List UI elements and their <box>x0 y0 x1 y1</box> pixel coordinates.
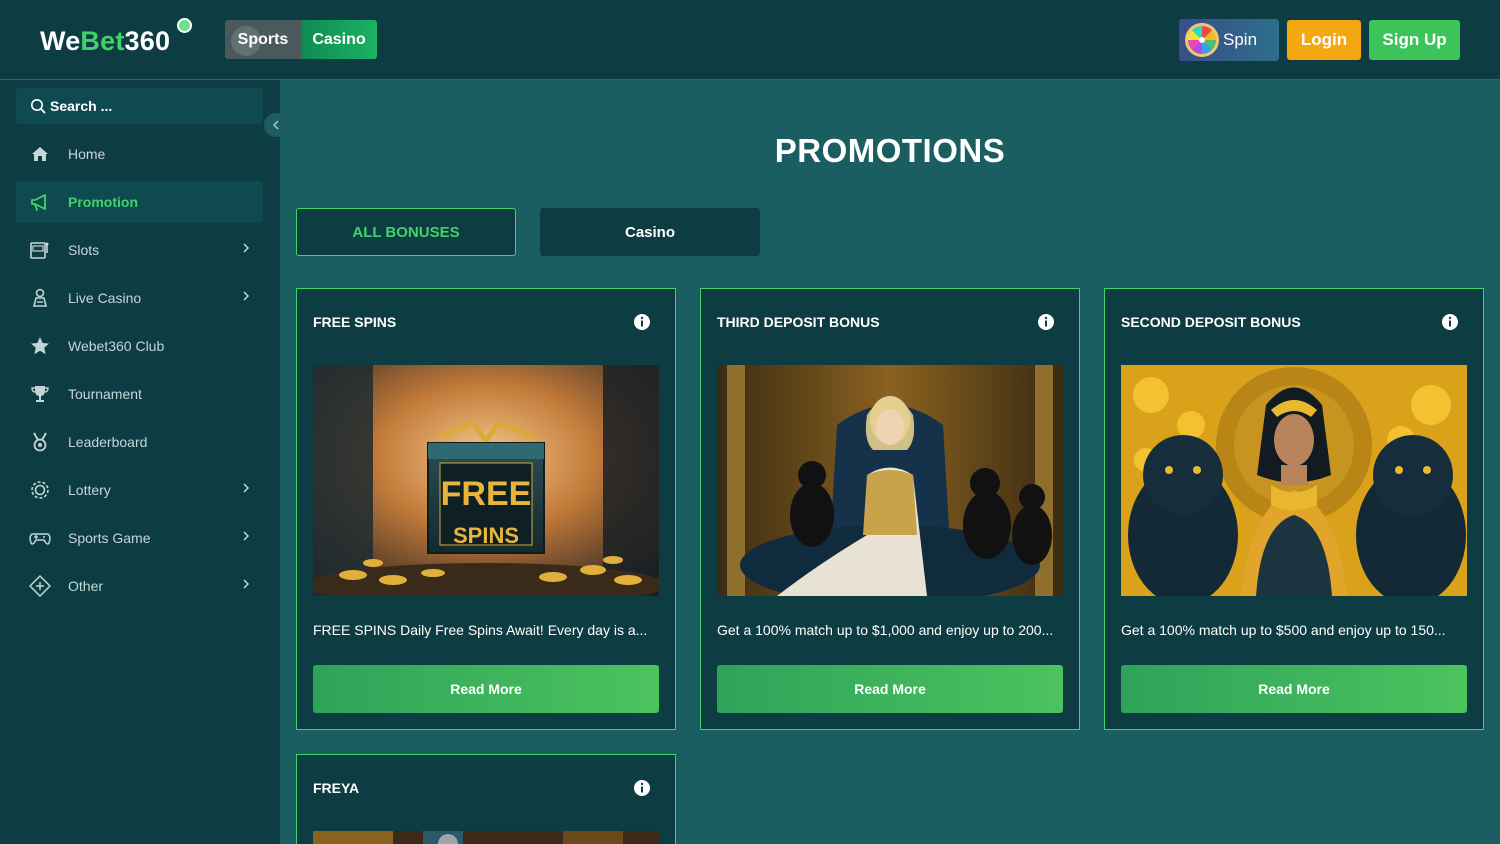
chevron-right-icon <box>241 481 251 498</box>
card-title: FREE SPINS <box>313 314 397 330</box>
read-more-button[interactable]: Read More <box>313 665 659 713</box>
sidebar-item-label: Leaderboard <box>68 434 148 450</box>
logo-text-360: 360 <box>124 26 171 56</box>
megaphone-icon <box>28 190 52 214</box>
promo-card-third-deposit-bonus: THIRD DEPOSIT BONUS Get a 100% match up … <box>700 288 1080 730</box>
sidebar-item-slots[interactable]: Slots <box>16 229 263 271</box>
sidebar-item-label: Other <box>68 578 104 594</box>
sidebar-item-label: Sports Game <box>68 530 151 546</box>
search-icon <box>31 99 46 114</box>
card-title: FREYA <box>313 780 360 796</box>
free-spins-image-text-bottom: SPINS <box>453 523 519 548</box>
spin-wheel-icon <box>1185 23 1219 57</box>
sidebar-item-label: Home <box>68 146 106 162</box>
chevron-right-icon <box>241 529 251 546</box>
sidebar-item-label: Tournament <box>68 386 142 402</box>
card-title: SECOND DEPOSIT BONUS <box>1121 314 1301 330</box>
card-title: THIRD DEPOSIT BONUS <box>717 314 880 330</box>
promo-image-free-spins[interactable]: FREE SPINS <box>313 365 659 596</box>
card-description: Get a 100% match up to $500 and enjoy up… <box>1121 622 1446 638</box>
info-icon[interactable] <box>633 779 651 797</box>
top-header: WeBet360 Sports Casino Spin Login Sign U… <box>0 0 1500 80</box>
sidebar-item-label: Webet360 Club <box>68 338 165 354</box>
promo-card-free-spins: FREE SPINS FREE SPINS FREE SPINS Daily F… <box>296 288 676 730</box>
trophy-icon <box>28 382 52 406</box>
chevron-right-icon <box>241 241 251 258</box>
sidebar-collapse-button[interactable] <box>264 113 288 137</box>
sidebar-item-label: Slots <box>68 242 100 258</box>
medal-icon <box>28 430 52 454</box>
card-description: Get a 100% match up to $1,000 and enjoy … <box>717 622 1054 638</box>
card-description: FREE SPINS Daily Free Spins Await! Every… <box>313 622 648 638</box>
page-title: PROMOTIONS <box>774 132 1006 169</box>
star-icon <box>28 334 52 358</box>
chevron-right-icon <box>241 577 251 594</box>
lottery-icon <box>28 478 52 502</box>
sidebar-item-label: Promotion <box>68 194 138 210</box>
casino-mode-label: Casino <box>312 30 366 48</box>
info-icon[interactable] <box>1037 313 1055 331</box>
sidebar-item-label: Live Casino <box>68 290 142 306</box>
dealer-icon <box>28 286 52 310</box>
home-icon <box>28 142 52 166</box>
search-input[interactable]: Search ... <box>16 88 263 124</box>
promo-image-third-deposit[interactable] <box>717 365 1063 596</box>
spin-label: Spin <box>1223 30 1258 49</box>
gamepad-icon <box>28 526 52 550</box>
tab-casino[interactable]: Casino <box>540 208 760 256</box>
casino-mode-button[interactable]: Casino <box>301 20 377 59</box>
login-button[interactable]: Login <box>1287 20 1361 60</box>
info-icon[interactable] <box>633 313 651 331</box>
logo-ball-icon <box>177 18 193 33</box>
sports-mode-button[interactable]: Sports <box>225 20 301 59</box>
webet360-logo[interactable]: WeBet360 <box>40 18 193 57</box>
promo-card-second-deposit-bonus: SECOND DEPOSIT BONUS Get a 100% match up… <box>1104 288 1484 730</box>
diamond-plus-icon <box>28 574 52 598</box>
promo-card-freya: FREYA <box>296 754 676 844</box>
sidebar-item-promotion[interactable]: Promotion <box>16 181 263 223</box>
free-spins-image-text-top: FREE <box>441 475 532 513</box>
tab-all-bonuses[interactable]: ALL BONUSES <box>296 208 516 256</box>
sports-mode-label: Sports <box>237 30 289 48</box>
logo-text-bet: Bet <box>80 26 125 56</box>
signup-button[interactable]: Sign Up <box>1369 20 1460 60</box>
sidebar-item-sports-game[interactable]: Sports Game <box>16 517 263 559</box>
sidebar-item-leaderboard[interactable]: Leaderboard <box>16 421 263 463</box>
mode-switch: Sports Casino <box>225 20 377 59</box>
logo-text-we: We <box>40 26 81 56</box>
search-placeholder: Search ... <box>50 98 113 114</box>
sidebar-item-tournament[interactable]: Tournament <box>16 373 263 415</box>
info-icon[interactable] <box>1441 313 1459 331</box>
chevron-right-icon <box>241 289 251 306</box>
sidebar-item-webet360-club[interactable]: Webet360 Club <box>16 325 263 367</box>
sidebar-item-home[interactable]: Home <box>16 133 263 175</box>
sidebar: Search ... Home Promotion Slots Live Cas… <box>0 80 280 844</box>
chevron-left-icon <box>272 120 279 130</box>
promo-image-second-deposit[interactable] <box>1121 365 1467 596</box>
sidebar-item-label: Lottery <box>68 482 111 498</box>
spin-button[interactable]: Spin <box>1179 19 1279 61</box>
read-more-button[interactable]: Read More <box>717 665 1063 713</box>
read-more-button[interactable]: Read More <box>1121 665 1467 713</box>
slot-machine-icon <box>28 238 52 262</box>
sidebar-item-live-casino[interactable]: Live Casino <box>16 277 263 319</box>
sidebar-item-other[interactable]: Other <box>16 565 263 607</box>
promo-image-freya[interactable] <box>313 831 659 844</box>
sidebar-item-lottery[interactable]: Lottery <box>16 469 263 511</box>
